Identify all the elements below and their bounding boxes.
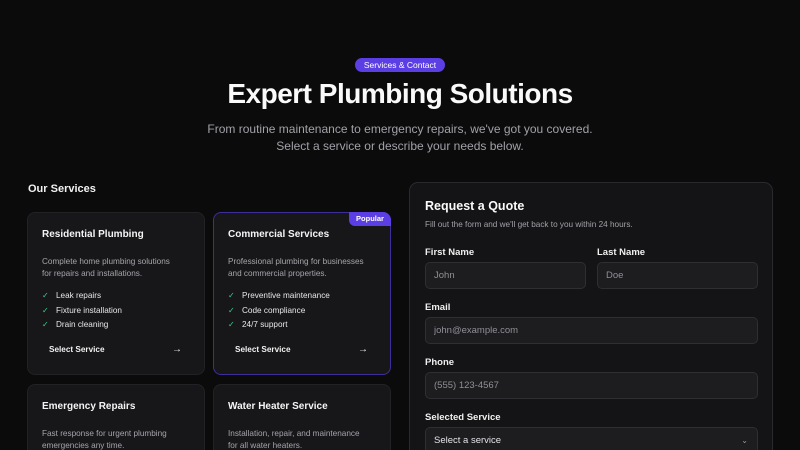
phone-label: Phone bbox=[425, 357, 455, 368]
card-title: Emergency Repairs bbox=[42, 401, 136, 412]
first-name-label: First Name bbox=[425, 247, 475, 258]
email-field[interactable] bbox=[425, 317, 758, 344]
card-description-line2: emergencies any time. bbox=[42, 441, 125, 450]
hero-subtitle-line2: Select a service or describe your needs … bbox=[276, 139, 524, 153]
card-description: Complete home plumbing solutions for rep… bbox=[42, 256, 196, 280]
feature-label: Drain cleaning bbox=[56, 320, 109, 329]
feature-item: ✓ 24/7 support bbox=[228, 318, 330, 333]
feature-label: Code compliance bbox=[242, 305, 306, 315]
card-title: Residential Plumbing bbox=[42, 229, 144, 240]
card-description-line1: Professional plumbing for businesses bbox=[228, 257, 364, 266]
hero-subtitle: From routine maintenance to emergency re… bbox=[0, 121, 800, 155]
arrow-right-icon: → bbox=[358, 344, 368, 355]
popular-badge: Popular bbox=[349, 212, 391, 226]
service-select[interactable]: Select a service ⌄ bbox=[425, 427, 758, 450]
hero-badge: Services & Contact bbox=[355, 58, 445, 72]
feature-label: 24/7 support bbox=[242, 320, 288, 329]
phone-field[interactable] bbox=[425, 372, 758, 399]
chevron-down-icon: ⌄ bbox=[741, 436, 748, 445]
feature-label: Leak repairs bbox=[56, 291, 102, 300]
feature-item: ✓ Leak repairs bbox=[42, 289, 122, 304]
select-service-label: Select Service bbox=[235, 345, 291, 354]
card-description-line1: Fast response for urgent plumbing bbox=[42, 429, 167, 438]
check-icon: ✓ bbox=[228, 320, 235, 329]
service-card-water-heater[interactable]: Water Heater Service Installation, repai… bbox=[213, 384, 391, 450]
first-name-field[interactable] bbox=[425, 262, 586, 289]
service-select-value: Select a service bbox=[434, 435, 502, 446]
service-card-commercial[interactable]: Popular Commercial Services Professional… bbox=[213, 212, 391, 375]
email-label: Email bbox=[425, 302, 451, 313]
check-icon: ✓ bbox=[42, 305, 49, 315]
card-description-line2: and commercial properties. bbox=[228, 269, 327, 278]
feature-item: ✓ Code compliance bbox=[228, 304, 330, 319]
last-name-label: Last Name bbox=[597, 247, 646, 258]
service-card-emergency[interactable]: Emergency Repairs Fast response for urge… bbox=[27, 384, 205, 450]
last-name-field[interactable] bbox=[597, 262, 758, 289]
feature-item: ✓ Preventive maintenance bbox=[228, 289, 330, 304]
check-icon: ✓ bbox=[42, 320, 49, 329]
select-service-label: Select Service bbox=[49, 345, 105, 354]
services-heading: Our Services bbox=[28, 183, 96, 195]
form-title: Request a Quote bbox=[425, 199, 525, 213]
card-description: Fast response for urgent plumbing emerge… bbox=[42, 428, 196, 450]
feature-item: ✓ Drain cleaning bbox=[42, 318, 122, 333]
page-title: Expert Plumbing Solutions bbox=[227, 78, 573, 109]
select-service-button[interactable]: Select Service → bbox=[222, 339, 382, 361]
feature-list: ✓ Leak repairs ✓ Fixture installation ✓ Dra… bbox=[42, 289, 122, 333]
quote-form: Request a Quote Fill out the form and we… bbox=[409, 182, 773, 450]
card-title: Commercial Services bbox=[228, 229, 330, 240]
card-description: Installation, repair, and maintenance fo… bbox=[228, 428, 382, 450]
card-description: Professional plumbing for businesses and… bbox=[228, 256, 382, 280]
service-card-residential[interactable]: Residential Plumbing Complete home plumb… bbox=[27, 212, 205, 375]
feature-label: Fixture installation bbox=[56, 305, 122, 315]
arrow-right-icon: → bbox=[172, 344, 182, 355]
check-icon: ✓ bbox=[42, 291, 49, 300]
card-description-line2: for all water heaters. bbox=[228, 441, 303, 450]
feature-label: Preventive maintenance bbox=[242, 291, 330, 300]
card-title: Water Heater Service bbox=[228, 401, 328, 412]
form-subtitle: Fill out the form and we'll get back to … bbox=[425, 220, 633, 229]
card-description-line1: Complete home plumbing solutions bbox=[42, 257, 170, 266]
card-description-line2: for repairs and installations. bbox=[42, 269, 143, 278]
feature-list: ✓ Preventive maintenance ✓ Code compliance… bbox=[228, 289, 330, 333]
feature-item: ✓ Fixture installation bbox=[42, 304, 122, 319]
hero-subtitle-line1: From routine maintenance to emergency re… bbox=[207, 122, 593, 136]
selected-service-label: Selected Service bbox=[425, 412, 501, 423]
check-icon: ✓ bbox=[228, 305, 235, 315]
select-service-button[interactable]: Select Service → bbox=[36, 339, 196, 361]
check-icon: ✓ bbox=[228, 291, 235, 300]
card-description-line1: Installation, repair, and maintenance bbox=[228, 429, 360, 438]
